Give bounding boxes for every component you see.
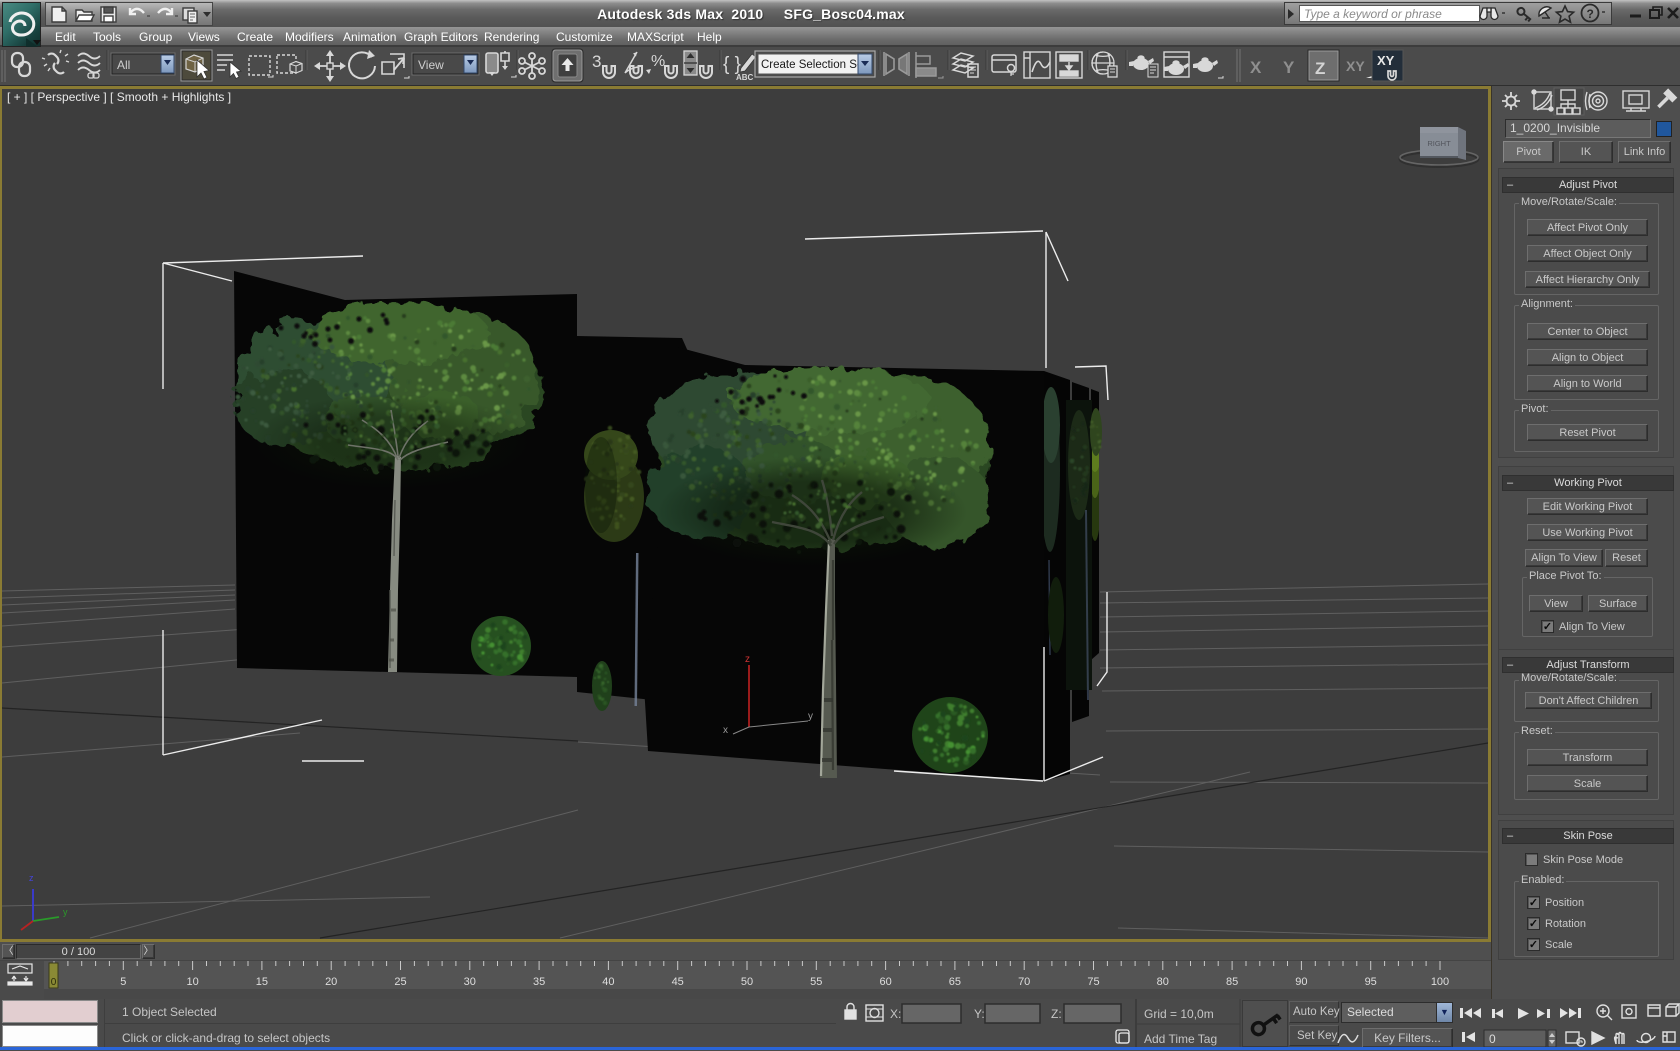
- svg-text:Add Time Tag: Add Time Tag: [1144, 1032, 1217, 1046]
- svg-text:y: y: [63, 907, 68, 917]
- svg-text:50: 50: [741, 976, 753, 988]
- svg-text:Grid = 10,0m: Grid = 10,0m: [1144, 1007, 1214, 1021]
- svg-text:75: 75: [1087, 976, 1099, 988]
- svg-text:0: 0: [1489, 1032, 1496, 1046]
- svg-text:View: View: [418, 58, 444, 72]
- svg-text:15: 15: [256, 976, 268, 988]
- svg-text:Create Selection Se: Create Selection Se: [761, 59, 863, 71]
- svg-text:XY: XY: [1377, 53, 1395, 68]
- svg-text:All: All: [117, 58, 130, 72]
- svg-text:35: 35: [533, 976, 545, 988]
- svg-text:0: 0: [51, 977, 57, 988]
- svg-text:y: y: [808, 711, 813, 722]
- svg-text:30: 30: [464, 976, 476, 988]
- svg-text:{ }: { }: [723, 54, 741, 75]
- svg-text:ABC: ABC: [736, 73, 754, 82]
- svg-text:X:: X:: [890, 1007, 901, 1021]
- svg-text:70: 70: [1018, 976, 1030, 988]
- svg-text:95: 95: [1365, 976, 1377, 988]
- svg-text:x: x: [723, 725, 728, 736]
- svg-text:20: 20: [325, 976, 337, 988]
- svg-text:%: %: [651, 53, 665, 70]
- svg-text:85: 85: [1226, 976, 1238, 988]
- svg-text:65: 65: [949, 976, 961, 988]
- svg-text:5: 5: [120, 976, 126, 988]
- svg-text:?: ?: [1587, 7, 1594, 21]
- svg-text:z: z: [29, 873, 34, 883]
- svg-text:X: X: [1250, 58, 1262, 77]
- svg-text:Z: Z: [1315, 59, 1325, 78]
- svg-text:10: 10: [186, 976, 198, 988]
- svg-text:RIGHT: RIGHT: [1427, 139, 1451, 148]
- svg-text:45: 45: [672, 976, 684, 988]
- svg-text:25: 25: [394, 976, 406, 988]
- svg-text:55: 55: [810, 976, 822, 988]
- svg-text:100: 100: [1431, 976, 1449, 988]
- svg-text:80: 80: [1157, 976, 1169, 988]
- svg-text:90: 90: [1295, 976, 1307, 988]
- svg-text:60: 60: [879, 976, 891, 988]
- svg-text:40: 40: [602, 976, 614, 988]
- svg-text:XY: XY: [1346, 58, 1365, 74]
- svg-text:3: 3: [592, 52, 601, 71]
- svg-text:Z:: Z:: [1051, 1007, 1062, 1021]
- svg-text:Y: Y: [1283, 58, 1295, 77]
- svg-text:Y:: Y:: [974, 1007, 985, 1021]
- svg-text:z: z: [745, 654, 750, 665]
